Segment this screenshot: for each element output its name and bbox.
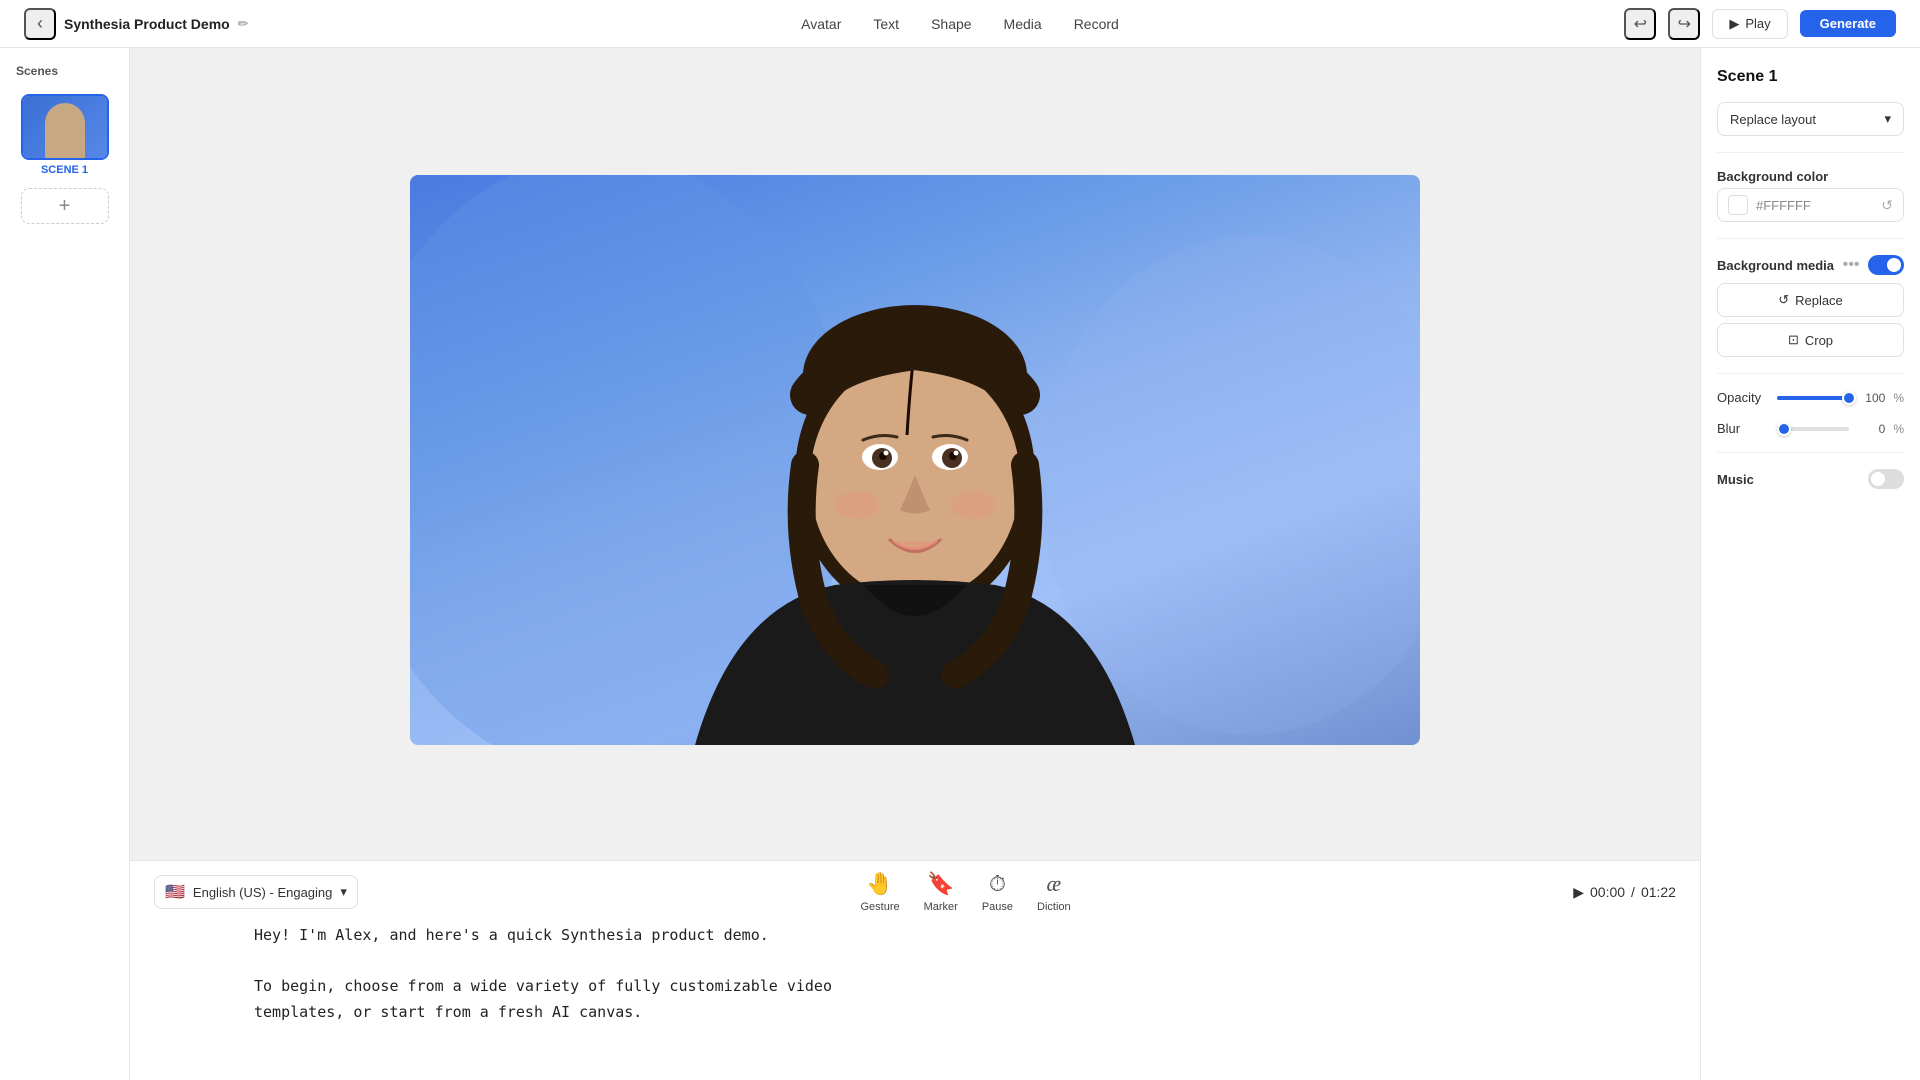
music-row: Music [1717, 469, 1904, 489]
bg-media-row: Background media ••• [1717, 255, 1904, 275]
marker-label: Marker [924, 901, 958, 913]
script-line-1: Hey! I'm Alex, and here's a quick Synthe… [254, 923, 1576, 949]
edit-icon[interactable]: ✏ [238, 16, 249, 32]
nav-right-actions: ↩ ↪ ▶ Play Generate [1624, 8, 1896, 40]
chevron-layout-icon: ▾ [1884, 111, 1891, 127]
chevron-down-icon: ▾ [340, 884, 347, 900]
timer-total: 01:22 [1641, 884, 1676, 900]
back-button[interactable]: ‹ [24, 8, 56, 40]
top-nav: ‹ Synthesia Product Demo ✏ Avatar Text S… [0, 0, 1920, 48]
tab-shape[interactable]: Shape [931, 12, 971, 36]
background-media-toggle[interactable] [1868, 255, 1904, 275]
replace-icon: ↺ [1778, 292, 1789, 308]
background-media-section: Background media ••• ↺ Replace ⊡ Crop [1717, 255, 1904, 357]
avatar-container [635, 185, 1195, 745]
color-value: #FFFFFF [1756, 198, 1873, 213]
language-label: English (US) - Engaging [193, 885, 332, 900]
blur-value: 0 [1857, 422, 1885, 436]
replace-label: Replace [1795, 293, 1843, 308]
scenes-label: Scenes [0, 64, 129, 78]
play-icon-timer: ▶ [1573, 884, 1584, 901]
pause-icon: ⏱ [989, 871, 1006, 897]
opacity-unit: % [1893, 391, 1904, 405]
redo-button[interactable]: ↪ [1668, 8, 1700, 40]
pause-button[interactable]: ⏱ Pause [982, 871, 1013, 913]
avatar-svg [635, 185, 1195, 745]
blur-unit: % [1893, 422, 1904, 436]
undo-button[interactable]: ↩ [1624, 8, 1656, 40]
tab-avatar[interactable]: Avatar [801, 12, 841, 36]
opacity-thumb[interactable] [1842, 391, 1856, 405]
script-line-3: templates, or start from a fresh AI canv… [254, 1000, 1576, 1026]
background-color-section: Background color #FFFFFF ↺ [1717, 169, 1904, 222]
blur-thumb[interactable] [1777, 422, 1791, 436]
script-panel: 🇺🇸 English (US) - Engaging ▾ 🤚 Gesture 🔖… [130, 860, 1700, 1080]
play-button[interactable]: ▶ Play [1712, 9, 1787, 39]
blur-slider[interactable] [1777, 427, 1849, 431]
gesture-button[interactable]: 🤚 Gesture [860, 871, 899, 913]
blur-row: Blur 0 % [1717, 421, 1904, 436]
bg-media-label: Background media [1717, 258, 1834, 273]
pause-label: Pause [982, 901, 1013, 913]
diction-label: Diction [1037, 901, 1071, 913]
video-frame [410, 175, 1420, 745]
video-canvas [130, 48, 1700, 860]
app-title: Synthesia Product Demo [64, 16, 230, 32]
opacity-fill [1777, 396, 1849, 400]
add-scene-button[interactable]: + [21, 188, 109, 224]
crop-label: Crop [1805, 333, 1833, 348]
script-toolbar: 🇺🇸 English (US) - Engaging ▾ 🤚 Gesture 🔖… [154, 861, 1676, 923]
divider-4 [1717, 452, 1904, 453]
scene-name-1: SCENE 1 [21, 164, 109, 176]
diction-icon: æ [1047, 871, 1062, 897]
color-row[interactable]: #FFFFFF ↺ [1717, 188, 1904, 222]
canvas-area: 🇺🇸 English (US) - Engaging ▾ 🤚 Gesture 🔖… [130, 48, 1700, 1080]
opacity-slider[interactable] [1777, 396, 1849, 400]
gesture-label: Gesture [860, 901, 899, 913]
timer-display: ▶ 00:00 / 01:22 [1573, 884, 1676, 901]
layout-selector[interactable]: Replace layout ▾ [1717, 102, 1904, 136]
crop-button[interactable]: ⊡ Crop [1717, 323, 1904, 357]
marker-icon: 🔖 [927, 871, 954, 897]
plus-icon: + [59, 195, 71, 218]
crop-icon: ⊡ [1788, 332, 1799, 348]
play-icon: ▶ [1729, 16, 1739, 32]
main-layout: Scenes SCENE 1 + [0, 48, 1920, 1080]
script-text[interactable]: Hey! I'm Alex, and here's a quick Synthe… [154, 923, 1676, 1025]
play-label: Play [1745, 16, 1770, 31]
right-panel: Scene 1 Replace layout ▾ Background colo… [1700, 48, 1920, 1080]
more-options-button[interactable]: ••• [1843, 256, 1860, 274]
replace-button[interactable]: ↺ Replace [1717, 283, 1904, 317]
marker-button[interactable]: 🔖 Marker [924, 871, 958, 913]
timer-current: 00:00 [1590, 884, 1625, 900]
scene-thumb-1[interactable]: SCENE 1 [21, 94, 109, 176]
blur-label: Blur [1717, 421, 1769, 436]
language-selector[interactable]: 🇺🇸 English (US) - Engaging ▾ [154, 875, 358, 909]
music-toggle[interactable] [1868, 469, 1904, 489]
tab-record[interactable]: Record [1074, 12, 1119, 36]
generate-button[interactable]: Generate [1800, 10, 1896, 37]
script-actions: 🤚 Gesture 🔖 Marker ⏱ Pause æ Diction [860, 871, 1070, 913]
divider-1 [1717, 152, 1904, 153]
opacity-row: Opacity 100 % [1717, 390, 1904, 405]
script-line-2: To begin, choose from a wide variety of … [254, 974, 1576, 1000]
layout-label: Replace layout [1730, 112, 1816, 127]
tab-text[interactable]: Text [873, 12, 899, 36]
scenes-sidebar: Scenes SCENE 1 + [0, 48, 130, 1080]
divider-3 [1717, 373, 1904, 374]
color-preview [1728, 195, 1748, 215]
color-reset-icon[interactable]: ↺ [1881, 197, 1893, 214]
opacity-value: 100 [1857, 391, 1885, 405]
gesture-icon: 🤚 [866, 871, 893, 897]
opacity-label: Opacity [1717, 390, 1769, 405]
music-label: Music [1717, 472, 1754, 487]
nav-tabs: Avatar Text Shape Media Record [801, 12, 1119, 36]
timer-separator: / [1631, 884, 1635, 900]
flag-icon: 🇺🇸 [165, 882, 185, 902]
divider-2 [1717, 238, 1904, 239]
diction-button[interactable]: æ Diction [1037, 871, 1071, 913]
tab-media[interactable]: Media [1004, 12, 1042, 36]
scene-title: Scene 1 [1717, 68, 1904, 86]
bg-color-label: Background color [1717, 169, 1904, 184]
